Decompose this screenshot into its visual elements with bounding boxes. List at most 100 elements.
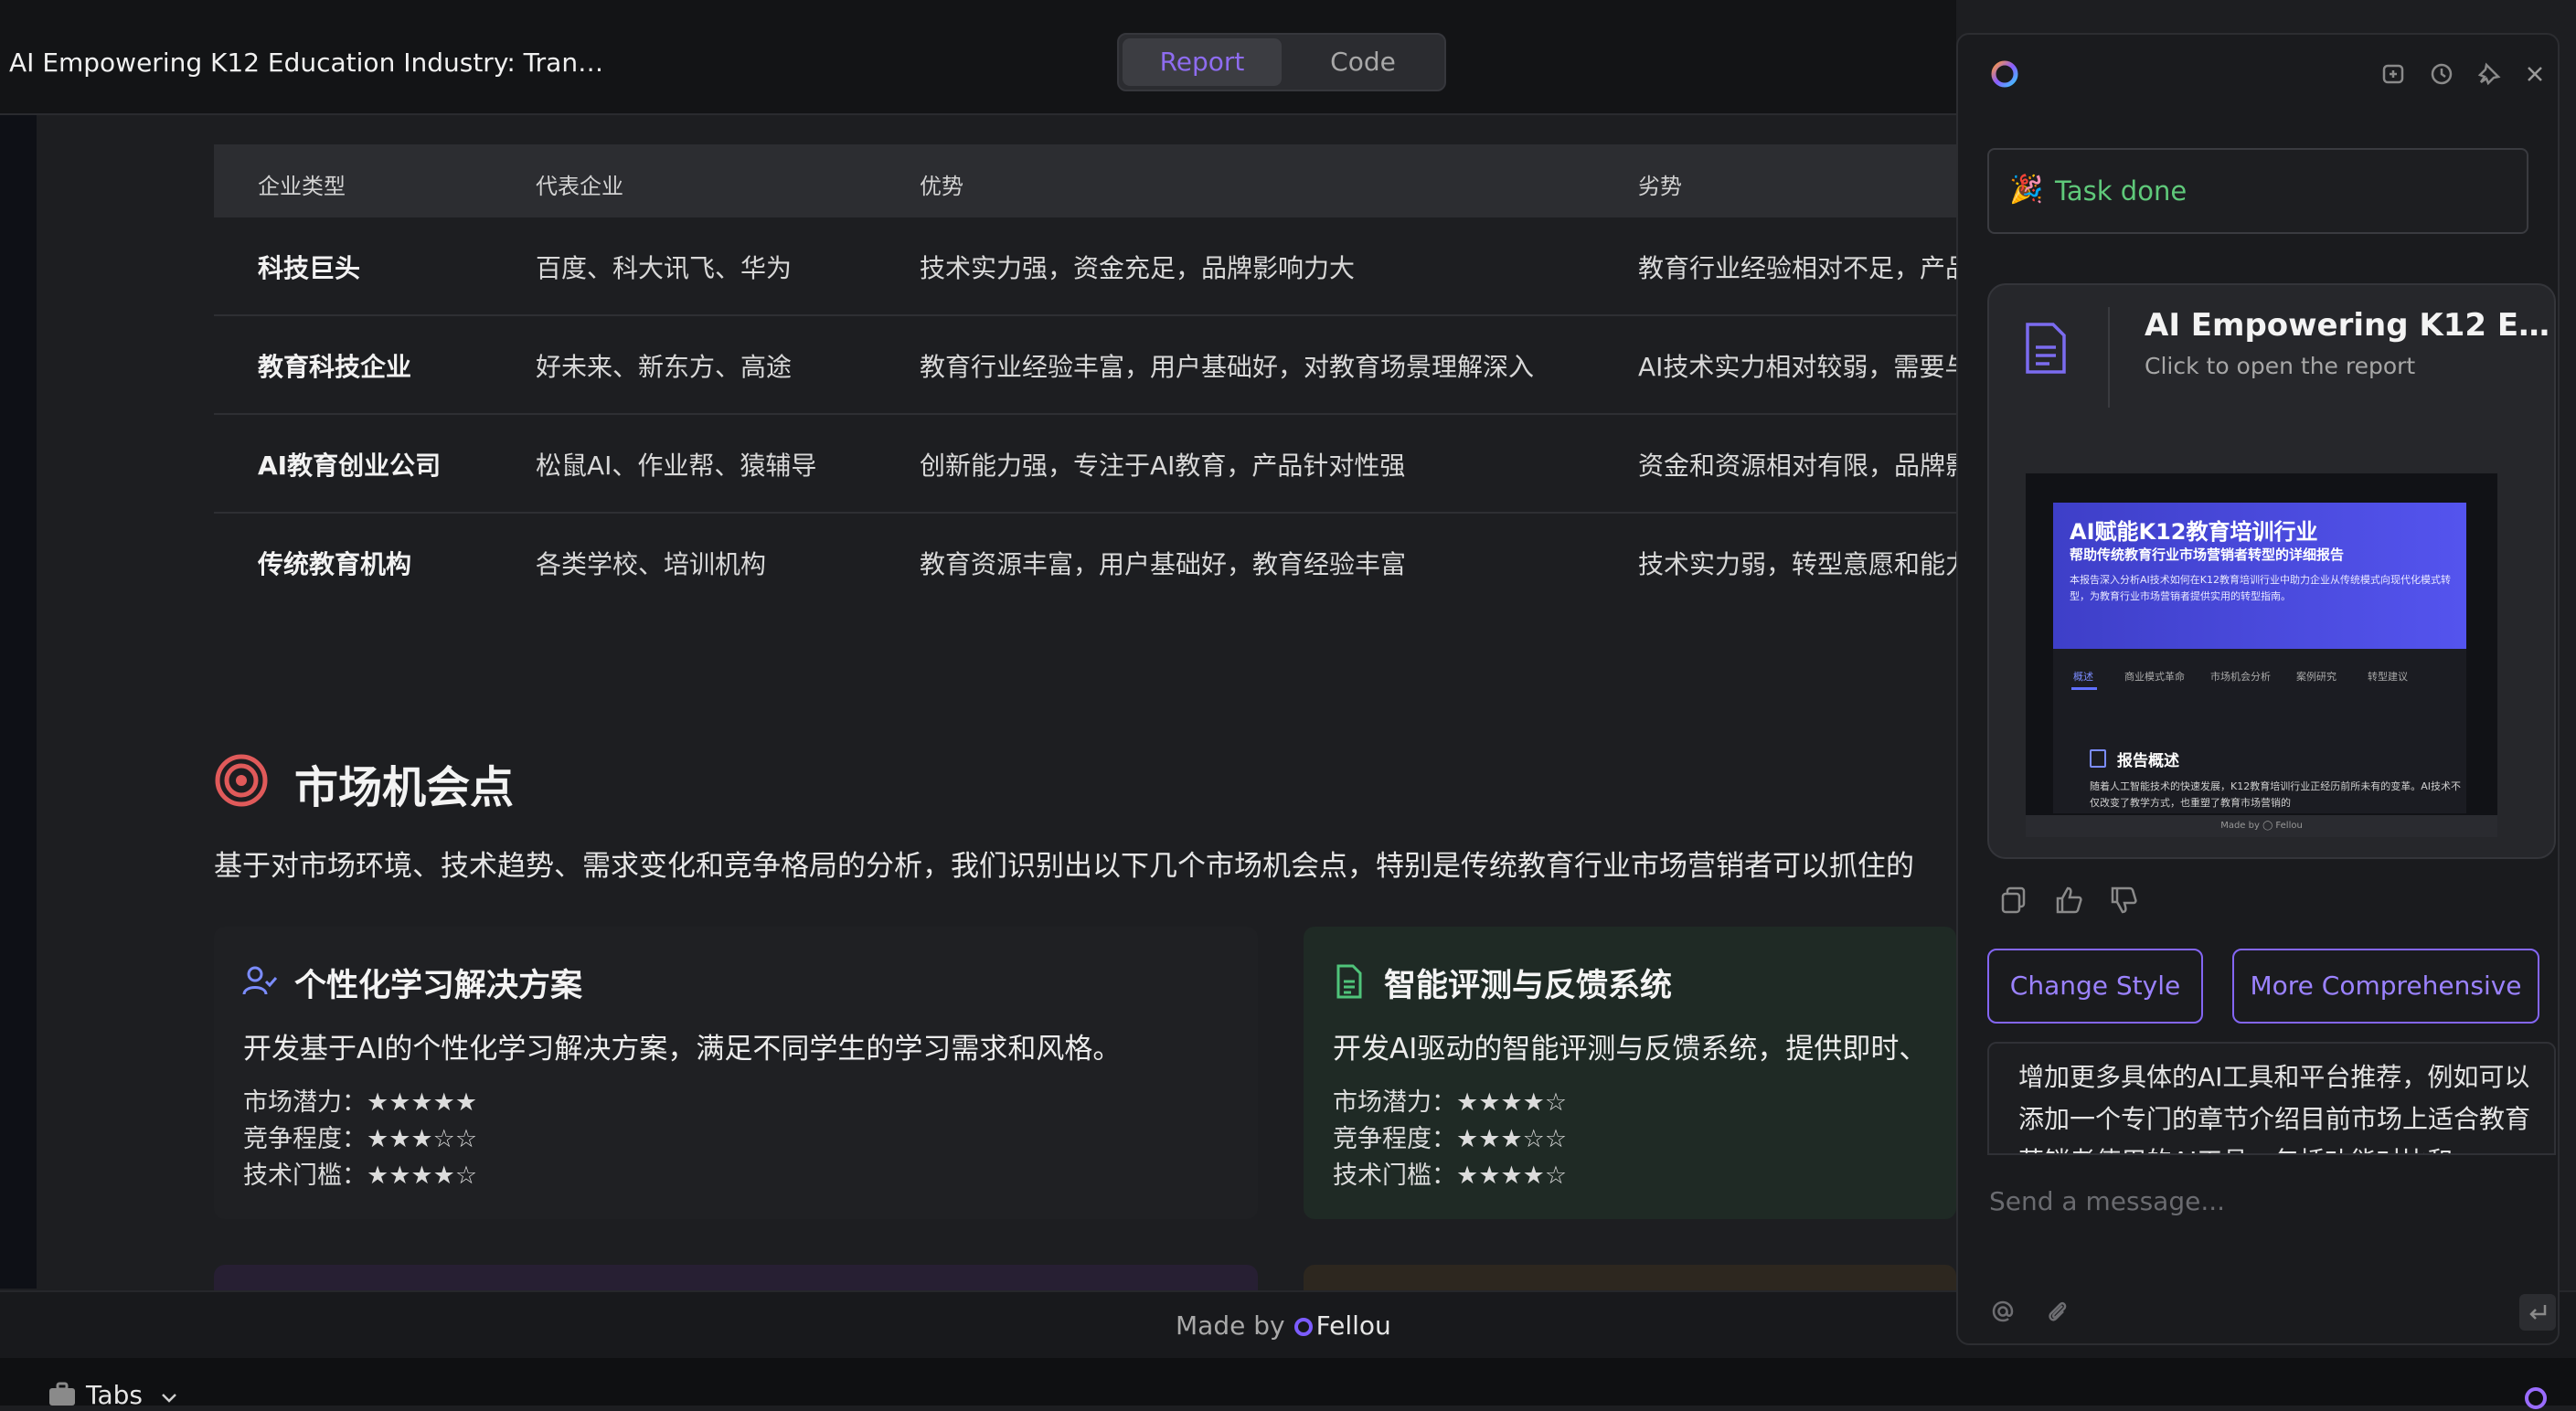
thumbnail-nav-item: 案例研究 — [2296, 671, 2336, 683]
thumbnail-nav-item: 市场机会分析 — [2210, 671, 2271, 683]
table-cell: 教育行业经验相对不足，产品 — [1638, 253, 1956, 283]
document-icon — [2026, 323, 2066, 374]
document-title: AI Empowering K12 Education Industry: Tr… — [9, 48, 604, 78]
technical-barrier: 技术门槛：★★★★☆ — [243, 1162, 478, 1190]
table-cell: 教育科技企业 — [258, 352, 412, 382]
section-title: 市场机会点 — [294, 762, 515, 813]
suggestion-text: 增加更多具体的AI工具和平台推荐，例如可以添加一个专门的章节介绍目前市场上适合教… — [2018, 1062, 2531, 1153]
party-icon: 🎉 — [2009, 174, 2044, 206]
made-by: Made by Fellou — [1176, 1310, 1391, 1341]
tab-report[interactable]: Report — [1123, 38, 1282, 86]
more-comprehensive-button[interactable]: More Comprehensive — [2232, 949, 2539, 1024]
thumbnail-nav-item: 概述 — [2073, 671, 2093, 683]
table-cell: 创新能力强，专注于AI教育，产品针对性强 — [920, 451, 1406, 481]
divider — [2108, 307, 2110, 408]
task-status: 🎉 Task done — [1987, 148, 2528, 234]
table-cell: 科技巨头 — [258, 253, 361, 283]
copy-icon[interactable] — [1998, 885, 2029, 916]
fellou-logo-icon — [1293, 1318, 1313, 1336]
table-cell: 松鼠AI、作业帮、猿辅导 — [536, 451, 817, 481]
card-title: 个性化学习解决方案 — [294, 968, 583, 1004]
active-tab-underline — [2071, 687, 2097, 690]
table-cell: 各类学校、培训机构 — [536, 549, 767, 579]
table-cell: 教育行业经验丰富，用户基础好，对教育场景理解深入 — [920, 352, 1535, 382]
thumbnail-section-body: 随着人工智能技术的快速发展，K12教育培训行业正经历前所未有的变革。AI技术不仅… — [2090, 780, 2461, 809]
table-cell: 好未来、新东方、高途 — [536, 352, 793, 382]
at-mention-icon[interactable] — [1989, 1298, 2017, 1325]
send-button[interactable] — [2519, 1294, 2556, 1331]
table-cell: 教育资源丰富，用户基础好，教育经验丰富 — [920, 549, 1407, 579]
section-description: 基于对市场环境、技术趋势、需求变化和竞争格局的分析，我们识别出以下几个市场机会点… — [214, 850, 1914, 883]
thumbnail-section-title: 报告概述 — [2117, 752, 2179, 770]
card-description: 开发AI驱动的智能评测与反馈系统，提供即时、 — [1333, 1033, 1928, 1066]
table-header: 企业类型 代表企业 优势 劣势 — [214, 144, 1956, 217]
tabs-label: Tabs — [86, 1380, 143, 1410]
thumbnail-subtitle: 帮助传统教育行业市场营销者转型的详细报告 — [2070, 546, 2345, 563]
brand-name: Fellou — [1315, 1310, 1391, 1341]
table-row: 教育科技企业 好未来、新东方、高途 教育行业经验丰富，用户基础好，对教育场景理解… — [214, 316, 1956, 415]
thumbnail-nav-item: 转型建议 — [2368, 671, 2408, 683]
table-header-cell: 代表企业 — [536, 174, 623, 199]
report-content: 企业类型 代表企业 优势 劣势 科技巨头 百度、科大讯飞、华为 技术实力强，资金… — [0, 0, 1956, 1406]
report-subtitle: Click to open the report — [2145, 353, 2416, 379]
briefcase-icon — [49, 1382, 75, 1406]
task-status-text: Task done — [2055, 175, 2187, 207]
table-cell: 技术实力强，资金充足，品牌影响力大 — [920, 253, 1356, 283]
left-rail — [0, 115, 37, 1289]
enter-icon — [2529, 1305, 2547, 1320]
tabs-bar — [0, 1358, 2576, 1406]
table-row: 科技巨头 百度、科大讯飞、华为 技术实力强，资金充足，品牌影响力大 教育行业经验… — [214, 217, 1956, 316]
made-by-label: Made by — [1176, 1310, 1285, 1341]
opportunity-card — [214, 1265, 1258, 1292]
market-potential: 市场潜力：★★★★☆ — [1333, 1088, 1568, 1117]
thumbnail-nav: 概述 商业模式革命 市场机会分析 案例研究 转型建议 — [2053, 649, 2466, 705]
competition-level: 竞争程度：★★★☆☆ — [1333, 1125, 1568, 1153]
history-icon[interactable] — [2428, 60, 2455, 88]
report-thumbnail[interactable]: AI赋能K12教育培训行业 帮助传统教育行业市场营销者转型的详细报告 本报告深入… — [2026, 473, 2497, 837]
table-row: 传统教育机构 各类学校、培训机构 教育资源丰富，用户基础好，教育经验丰富 技术实… — [214, 514, 1956, 610]
fellou-logo-icon[interactable] — [2523, 1385, 2549, 1411]
report-card[interactable]: AI Empowering K12 E… Click to open the r… — [1987, 283, 2556, 859]
competition-level: 竞争程度：★★★☆☆ — [243, 1125, 478, 1153]
assistant-panel: 🎉 Task done AI Empowering K12 E… Click t… — [1956, 33, 2560, 1345]
market-potential: 市场潜力：★★★★★ — [243, 1088, 478, 1117]
opportunity-card: 个性化学习解决方案 开发基于AI的个性化学习解决方案，满足不同学生的学习需求和风… — [214, 927, 1258, 1219]
report-title: AI Empowering K12 E… — [2145, 307, 2550, 344]
thumbnail-made-by: Made by ◯ Fellou — [2026, 815, 2497, 837]
thumbnail-hero: AI赋能K12教育培训行业 帮助传统教育行业市场营销者转型的详细报告 本报告深入… — [2053, 503, 2466, 649]
paperclip-icon[interactable] — [2044, 1298, 2071, 1325]
table-cell: 技术实力弱，转型意愿和能力 — [1638, 549, 1956, 579]
card-title: 智能评测与反馈系统 — [1384, 968, 1673, 1004]
table-cell: AI教育创业公司 — [258, 451, 442, 481]
card-description: 开发基于AI的个性化学习解决方案，满足不同学生的学习需求和风格。 — [243, 1033, 1122, 1066]
tab-code[interactable]: Code — [1283, 38, 1442, 86]
table-cell: AI技术实力相对较弱，需要与 — [1638, 352, 1956, 382]
table-header-cell: 企业类型 — [258, 174, 346, 199]
table-cell: 资金和资源相对有限，品牌影 — [1638, 451, 1956, 481]
chevron-down-icon — [162, 1394, 176, 1403]
tabs-menu[interactable]: Tabs — [48, 1380, 178, 1410]
opportunity-card: 智能评测与反馈系统 开发AI驱动的智能评测与反馈系统，提供即时、 市场潜力：★★… — [1304, 927, 1956, 1219]
suggestion-box[interactable]: 增加更多具体的AI工具和平台推荐，例如可以添加一个专门的章节介绍目前市场上适合教… — [1987, 1042, 2556, 1155]
target-icon — [215, 754, 268, 807]
opportunity-card — [1304, 1265, 1956, 1292]
message-input[interactable]: Send a message... — [1989, 1186, 2225, 1216]
pin-icon[interactable] — [2475, 60, 2503, 88]
thumbs-up-icon[interactable] — [2053, 885, 2084, 916]
table-cell: 百度、科大讯飞、华为 — [536, 253, 793, 283]
thumbnail-body: 报告概述 随着人工智能技术的快速发展，K12教育培训行业正经历前所未有的变革。A… — [2053, 704, 2466, 813]
table-header-cell: 优势 — [920, 174, 963, 199]
competitor-table: 企业类型 代表企业 优势 劣势 科技巨头 百度、科大讯飞、华为 技术实力强，资金… — [214, 144, 1956, 610]
new-chat-icon[interactable] — [2380, 60, 2408, 88]
view-toggle: Report Code — [1117, 33, 1446, 91]
document-check-icon — [1336, 964, 1362, 999]
table-cell: 传统教育机构 — [258, 549, 412, 579]
thumbnail-intro: 本报告深入分析AI技术如何在K12教育培训行业中助力企业从传统模式向现代化模式转… — [2070, 574, 2451, 602]
close-icon[interactable] — [2521, 60, 2549, 88]
table-header-cell: 劣势 — [1638, 174, 1682, 199]
change-style-button[interactable]: Change Style — [1987, 949, 2203, 1024]
thumbnail-title: AI赋能K12教育培训行业 — [2070, 519, 2318, 545]
thumbs-down-icon[interactable] — [2108, 885, 2139, 916]
technical-barrier: 技术门槛：★★★★☆ — [1333, 1162, 1568, 1190]
thumbnail-nav-item: 商业模式革命 — [2124, 671, 2185, 683]
